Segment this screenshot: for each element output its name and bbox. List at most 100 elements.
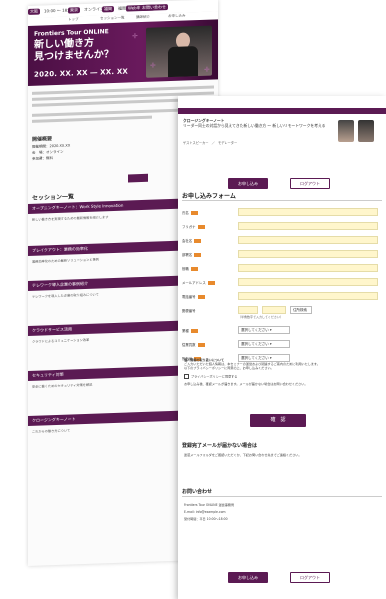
required-badge	[194, 239, 202, 243]
required-badge	[194, 253, 202, 257]
speaker-photo	[338, 120, 354, 142]
required-badge	[197, 295, 205, 299]
zip-input-1[interactable]	[238, 306, 258, 314]
form-divider	[182, 200, 382, 201]
hero-banner: Frontiers Tour ONLINE 新しい働き方 見つけませんか？ 20…	[28, 19, 218, 87]
form-title: お申し込みフォーム	[182, 193, 236, 200]
contact-divider	[182, 496, 382, 497]
form-field-label: 部署名	[182, 252, 232, 257]
logout-button[interactable]: ログアウト	[290, 178, 330, 189]
sub-nav-item[interactable]: 講師紹介	[136, 15, 150, 20]
mail-help-text: 迷惑メールフォルダをご確認いただくか、下記お問い合わせ先までご連絡ください。	[184, 453, 302, 457]
privacy-note: お申し込み後、確認メールが届きます。メールが届かない場合はお問い合わせください。	[184, 381, 308, 386]
logout-button-bottom[interactable]: ログアウト	[290, 572, 330, 583]
select-value: 選択してください	[241, 342, 269, 346]
contact-line: 受付時間：平日 10:00〜18:00	[184, 517, 228, 521]
select-label-text: 従業員数	[182, 343, 196, 347]
form-input[interactable]	[238, 222, 378, 230]
required-badge	[197, 343, 205, 347]
select-dropdown[interactable]: 選択してください ▾	[238, 340, 290, 348]
select-label: 従業員数	[182, 342, 232, 347]
agree-row[interactable]: プライバシーポリシーに同意する	[184, 373, 380, 379]
required-badge	[197, 225, 205, 229]
form-field-label-text: 氏名	[182, 211, 189, 215]
session-banner-title: クロージングキーノート リーダー同士の対話から見えてきた新しい働き方 〜 新しい…	[183, 118, 333, 128]
required-badge	[190, 267, 198, 271]
top-nav-item[interactable]: 大阪	[28, 8, 40, 15]
contact-title: お問い合わせ	[182, 489, 213, 495]
sub-nav-item[interactable]: トップ	[68, 17, 79, 22]
form-input[interactable]	[238, 278, 378, 286]
select-dropdown[interactable]: 選択してください ▾	[238, 326, 290, 334]
select-label-text: 業種	[182, 329, 189, 333]
sub-nav-item[interactable]: セッション一覧	[100, 16, 125, 22]
agree-checkbox[interactable]	[184, 373, 189, 379]
session-description: テレワークを導入した企業の取り組みについて	[32, 292, 99, 299]
zip-input-2[interactable]	[262, 306, 286, 314]
plus-decor-icon: ✛	[150, 61, 156, 70]
form-field-label-text: 役職	[182, 267, 189, 271]
apply-button-bottom[interactable]: お申し込み	[228, 572, 268, 583]
input-hint: （半角数字で入力してください）	[238, 315, 283, 319]
banner-title-line-2: リーダー同士の対話から見えてきた新しい働き方 〜 新しいリモートワークを考える	[183, 123, 326, 128]
top-nav-item[interactable]: 福岡	[102, 5, 114, 13]
required-badge	[207, 281, 215, 285]
hero-headline-2: 見つけませんか？	[34, 49, 114, 63]
application-form-page: クロージングキーノート リーダー同士の対話から見えてきた新しい働き方 〜 新しい…	[178, 96, 386, 599]
form-input[interactable]	[238, 264, 378, 272]
contact-line: E-mail: info@example.com	[184, 510, 226, 514]
contact-line: Frontiers Tour ONLINE 運営事務局	[184, 503, 235, 507]
form-field-label-text: メールアドレス	[182, 281, 206, 285]
form-field-label: 氏名	[182, 210, 232, 215]
apply-button[interactable]: お申し込み	[228, 178, 268, 189]
session-description: 業務効率化のための最新ソリューションと事例	[32, 257, 99, 264]
form-field-label: フリガナ	[182, 224, 232, 229]
plus-decor-icon: ✛	[132, 32, 138, 41]
intro-text-line	[32, 115, 152, 123]
top-nav-item[interactable]: 東京	[68, 7, 80, 14]
chevron-down-icon: ▾	[268, 342, 272, 346]
select-value: 選択してください	[241, 328, 269, 332]
plus-decor-icon: ✛	[204, 65, 210, 74]
session-description: クラウドによるコミュニケーション改革	[32, 337, 90, 344]
sub-nav-item[interactable]: お申し込み	[168, 13, 186, 19]
event-meta-title: 開催概要	[32, 136, 53, 143]
form-field-label-text: 部署名	[182, 253, 193, 257]
form-field-label: メールアドレス	[182, 280, 232, 285]
hero-date: 2020. XX. XX ― XX. XX	[34, 67, 129, 79]
form-field-label-text: 電話番号	[182, 295, 196, 299]
confirm-button[interactable]: 確 認	[250, 414, 306, 427]
hero-headline: 新しい働き方 見つけませんか？	[34, 37, 114, 64]
speaker-photo	[358, 120, 374, 142]
event-meta-line: 開催期間：2020.XX.XX	[32, 143, 71, 149]
zip-search-button[interactable]: 住所検索	[290, 306, 312, 314]
chevron-down-icon: ▾	[268, 328, 272, 332]
zip-label: 郵便番号	[182, 309, 196, 313]
speaker-body	[168, 46, 198, 78]
form-field-label: 役職	[182, 266, 232, 271]
form-field-label-text: フリガナ	[182, 225, 196, 229]
session-description: 新しい働き方を実現するための最新情報を紹介します	[32, 215, 109, 222]
hero-brand: Frontiers Tour ONLINE	[34, 28, 109, 38]
required-badge	[190, 329, 198, 333]
form-field-label: 会社名	[182, 238, 232, 243]
session-description: 安全に働くためのセキュリティ対策を解説	[32, 382, 93, 389]
agree-label: プライバシーポリシーに同意する	[191, 374, 238, 379]
required-badge	[190, 211, 198, 215]
form-field-label-text: 会社名	[182, 239, 193, 243]
banner-speaker-names: ゲストスピーカー ／ モデレーター	[183, 141, 238, 145]
form-input[interactable]	[238, 208, 378, 216]
form-field-label: 電話番号	[182, 294, 232, 299]
form-input[interactable]	[238, 292, 378, 300]
mail-help-title: 登録完了メールが届かない場合は	[182, 443, 258, 449]
apply-ribbon[interactable]	[128, 173, 148, 183]
form-input[interactable]	[238, 250, 378, 258]
event-meta-line: 参加費：無料	[32, 156, 53, 161]
privacy-notes: 個人情報の取り扱いについて ご入力いただいた個人情報は、本セミナーの運営および関…	[184, 358, 380, 386]
top-nav-item[interactable]: お問い合わせ	[140, 4, 168, 12]
select-label: 業種	[182, 328, 232, 333]
form-input[interactable]	[238, 236, 378, 244]
session-banner: クロージングキーノート リーダー同士の対話から見えてきた新しい働き方 〜 新しい…	[178, 108, 386, 158]
session-description: これからの働き方について	[32, 428, 71, 434]
sessions-title: セッション一覧	[32, 193, 75, 202]
